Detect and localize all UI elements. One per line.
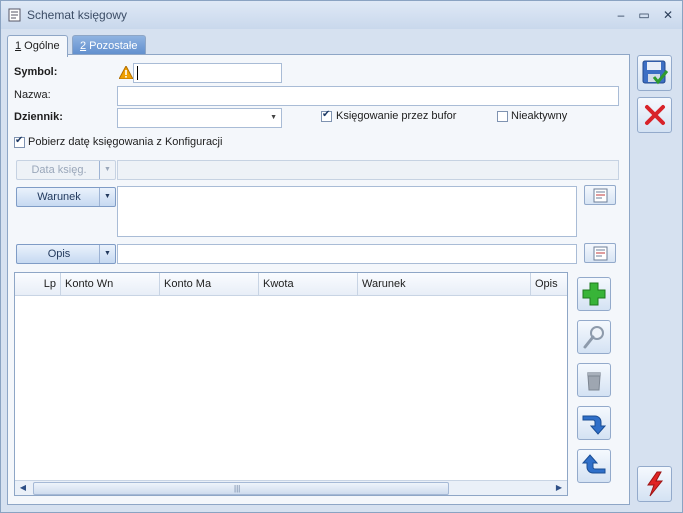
- move-down-button[interactable]: [577, 406, 611, 440]
- magnifier-icon: [583, 326, 604, 349]
- general-panel: Symbol: Nazwa: Dziennik: ▼ Księgowanie p…: [7, 54, 630, 505]
- window-title: Schemat księgowy: [27, 8, 128, 22]
- scroll-left-icon[interactable]: ◀: [15, 481, 31, 495]
- delete-button[interactable]: [577, 363, 611, 397]
- tab-pozostale[interactable]: 2 Pozostałe: [72, 35, 146, 56]
- nazwa-field[interactable]: [117, 86, 619, 106]
- window: Schemat księgowy – ▭ ✕ 1 Ogólne 2 Pozost…: [0, 0, 683, 513]
- cancel-button[interactable]: [637, 97, 672, 133]
- lightning-icon: [647, 471, 664, 497]
- title-bar[interactable]: Schemat księgowy – ▭ ✕: [1, 1, 682, 29]
- entries-grid[interactable]: Lp Konto Wn Konto Ma Kwota Warunek Opis …: [14, 272, 568, 496]
- nieaktywny-checkbox[interactable]: [497, 111, 508, 122]
- grid-header: Lp Konto Wn Konto Ma Kwota Warunek Opis: [15, 273, 567, 296]
- save-button[interactable]: [637, 55, 672, 91]
- cancel-icon: [645, 105, 665, 125]
- data-ksieg-label: Data księg.: [31, 164, 87, 176]
- pobierz-date-label: Pobierz datę księgowania z Konfiguracji: [28, 136, 223, 148]
- warunek-field[interactable]: [117, 186, 577, 237]
- scroll-thumb[interactable]: |||: [33, 482, 449, 495]
- symbol-field[interactable]: [133, 63, 282, 83]
- col-konto-ma[interactable]: Konto Ma: [160, 273, 259, 295]
- opis-builder-button[interactable]: [584, 243, 616, 263]
- warunek-button[interactable]: Warunek ▼: [16, 187, 116, 207]
- chevron-down-icon[interactable]: ▼: [270, 114, 277, 121]
- arrow-down-icon: [582, 415, 607, 435]
- tab-label: Pozostałe: [86, 40, 138, 52]
- data-ksieg-button[interactable]: Data księg. ▼: [16, 160, 116, 180]
- warunek-label: Warunek: [37, 191, 81, 203]
- nieaktywny-label: Nieaktywny: [511, 110, 568, 122]
- lightning-button[interactable]: [637, 466, 672, 502]
- ksiegowanie-bufor-checkbox[interactable]: [321, 109, 332, 122]
- text-cursor: [137, 66, 138, 80]
- close-button[interactable]: ✕: [658, 6, 678, 24]
- expression-builder-icon: [593, 188, 608, 203]
- col-lp[interactable]: Lp: [15, 273, 61, 295]
- symbol-label: Symbol:: [14, 66, 58, 78]
- chevron-down-icon[interactable]: ▼: [99, 161, 115, 179]
- chevron-down-icon[interactable]: ▼: [99, 188, 115, 206]
- nazwa-label: Nazwa:: [14, 89, 51, 101]
- col-warunek[interactable]: Warunek: [358, 273, 531, 295]
- expression-builder-icon: [593, 246, 608, 261]
- col-kwota[interactable]: Kwota: [259, 273, 358, 295]
- opis-button[interactable]: Opis ▼: [16, 244, 116, 264]
- arrow-up-icon: [581, 454, 606, 474]
- edit-button[interactable]: [577, 320, 611, 354]
- tab-ogolne[interactable]: 1 Ogólne: [7, 35, 68, 57]
- ksiegowanie-bufor-label: Księgowanie przez bufor: [336, 110, 457, 122]
- opis-label: Opis: [47, 248, 71, 260]
- scroll-grip: |||: [234, 484, 241, 493]
- chevron-down-icon[interactable]: ▼: [99, 245, 115, 263]
- opis-field[interactable]: [117, 244, 577, 264]
- move-up-button[interactable]: [577, 449, 611, 483]
- minimize-button[interactable]: –: [611, 6, 631, 24]
- scroll-right-icon[interactable]: ▶: [551, 481, 567, 495]
- save-icon: [642, 60, 669, 85]
- col-konto-wn[interactable]: Konto Wn: [61, 273, 160, 295]
- add-icon: [582, 282, 606, 306]
- tab-strip: 1 Ogólne 2 Pozostałe: [1, 33, 682, 57]
- data-ksieg-field: [117, 160, 619, 180]
- add-button[interactable]: [577, 277, 611, 311]
- dziennik-label: Dziennik:: [14, 111, 63, 123]
- app-icon: [8, 8, 21, 22]
- dziennik-combo[interactable]: ▼: [117, 108, 282, 128]
- warning-icon: [119, 66, 133, 79]
- horizontal-scrollbar[interactable]: ◀ ||| ▶: [15, 480, 567, 495]
- trash-icon: [587, 372, 601, 391]
- col-opis[interactable]: Opis: [531, 273, 567, 295]
- maximize-button[interactable]: ▭: [634, 6, 654, 24]
- warunek-builder-button[interactable]: [584, 185, 616, 205]
- tab-label: Ogólne: [21, 40, 60, 52]
- pobierz-date-checkbox[interactable]: [14, 135, 25, 148]
